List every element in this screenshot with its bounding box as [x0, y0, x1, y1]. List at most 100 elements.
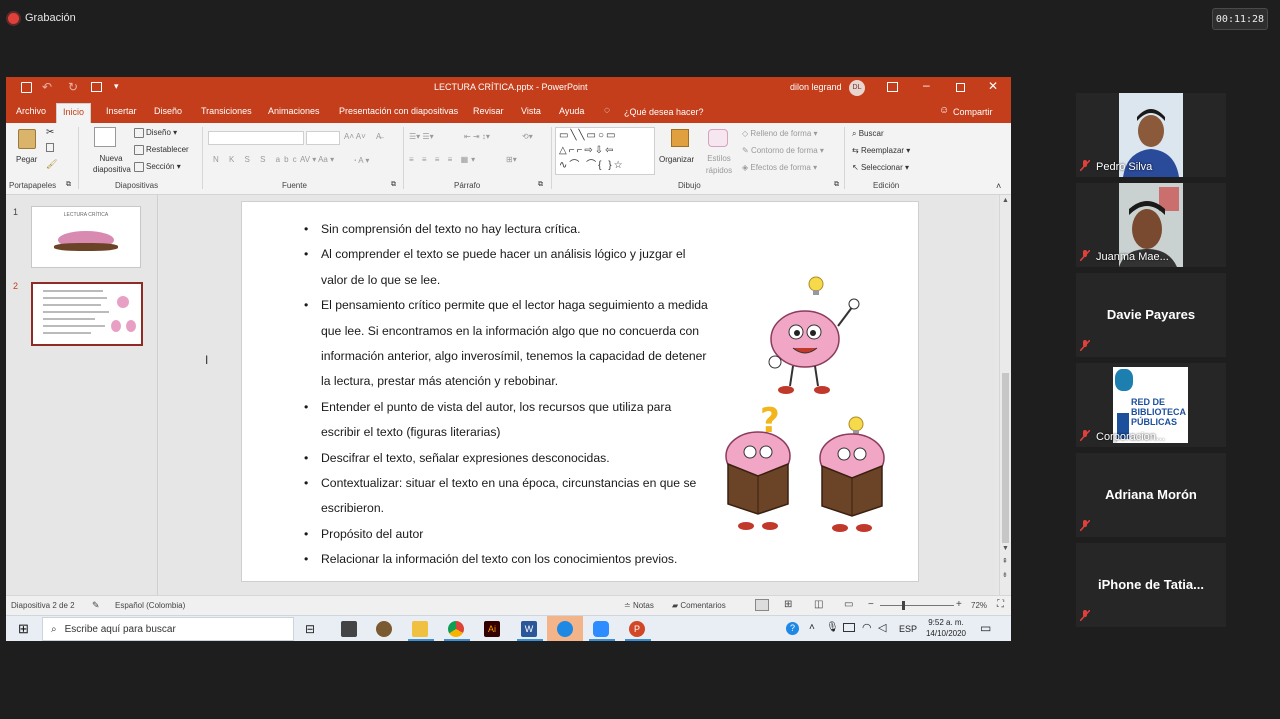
font-size-box[interactable] [306, 131, 340, 145]
zoom-app-icon[interactable] [593, 621, 609, 637]
tab-inicio[interactable]: Inicio [56, 103, 92, 123]
zoom-out-icon[interactable]: − [868, 599, 874, 610]
normal-view-icon[interactable] [755, 599, 769, 611]
user-avatar[interactable]: DL [849, 80, 865, 96]
new-slide-icon[interactable] [94, 127, 116, 147]
scroll-down-icon[interactable]: ▼ [1002, 545, 1009, 552]
windows-start-icon[interactable]: ⊞ [18, 622, 29, 635]
participant-tile[interactable]: iPhone de Tatia... [1076, 543, 1226, 627]
arrange-icon[interactable] [671, 129, 689, 147]
illustrator-icon[interactable]: Ai [484, 621, 500, 637]
customize-qat-icon[interactable]: ▾ [114, 81, 119, 92]
copy-icon[interactable] [46, 143, 54, 152]
prev-slide-icon[interactable]: ⇞ [1002, 557, 1008, 565]
fit-slide-icon[interactable]: ⛶ [997, 599, 1004, 610]
slide-sorter-icon[interactable]: ⊞ [784, 599, 792, 610]
language-indicator[interactable]: Español (Colombia) [115, 601, 185, 610]
language-indicator-taskbar[interactable]: ESP [899, 624, 917, 634]
share-button[interactable]: Compartir [953, 107, 993, 117]
reset-button[interactable]: Restablecer [134, 145, 189, 155]
font-launcher-icon[interactable]: ⧉ [391, 181, 396, 189]
wifi-icon[interactable]: ◠ [862, 621, 872, 634]
participant-tile[interactable]: Juanma Mae... [1076, 183, 1226, 267]
clipboard-launcher-icon[interactable]: ⧉ [66, 181, 71, 189]
tell-me-box[interactable]: ¿Qué desea hacer? [624, 107, 704, 117]
maximize-icon[interactable] [956, 83, 965, 92]
chevron-up-icon[interactable]: ˄ [809, 622, 815, 633]
slide-thumbnail-1[interactable]: LECTURA CRÍTICA [31, 206, 141, 268]
reading-view-icon[interactable]: ◫ [814, 599, 823, 610]
participant-tile[interactable]: RED DE BIBLIOTECA PÚBLICAS Corporacion..… [1076, 363, 1226, 447]
powerpoint-icon[interactable]: P [629, 621, 645, 637]
tab-transiciones[interactable]: Transiciones [199, 103, 254, 123]
select-button[interactable]: ↖ Seleccionar ▾ [852, 163, 909, 172]
find-button[interactable]: ⌕ Buscar [852, 129, 884, 139]
comments-button[interactable]: ▰ Comentarios [672, 601, 726, 610]
microphone-icon[interactable]: 🎙 [826, 622, 839, 633]
shape-fill-button[interactable]: ◇ Relleno de forma ▾ [742, 129, 818, 138]
user-name[interactable]: dilon legrand [790, 82, 842, 92]
collapse-ribbon-icon[interactable]: ˄ [996, 181, 1001, 191]
replace-button[interactable]: ⇆ Reemplazar ▾ [852, 146, 910, 155]
zoom-in-icon[interactable]: + [956, 599, 962, 610]
slideshow-icon[interactable]: ▭ [844, 599, 853, 610]
zoom-slider-thumb[interactable] [902, 601, 905, 610]
clear-format-icon[interactable]: A̶ [376, 132, 381, 141]
tab-revisar[interactable]: Revisar [471, 103, 506, 123]
quick-styles-button[interactable]: Estilos rápidos [704, 153, 734, 177]
zoom-level[interactable]: 72% [971, 601, 987, 610]
taskbar-search-box[interactable]: ⌕ Escribe aquí para buscar [42, 617, 294, 641]
indent-icon[interactable]: ⇤ ⇥ ↕▾ [464, 132, 490, 141]
save-icon[interactable] [21, 82, 32, 93]
text-direction-icon[interactable]: ⟲▾ [522, 132, 533, 141]
tab-presentacion[interactable]: Presentación con diapositivas [337, 103, 460, 123]
close-icon[interactable]: ✕ [988, 79, 998, 93]
file-explorer-icon[interactable] [412, 621, 428, 637]
clock[interactable]: 9:52 a. m. 14/10/2020 [924, 617, 968, 639]
word-icon[interactable]: W [521, 621, 537, 637]
paste-button[interactable]: Pegar [16, 155, 37, 164]
char-spacing-icon[interactable]: AV ▾ Aa ▾ [300, 155, 334, 164]
participant-tile[interactable]: Adriana Morón [1076, 453, 1226, 537]
shapes-gallery[interactable]: ▭╲╲▭○▭ △⌐⌐⇨⇩⇦ ∿⌒ ⌒{ }☆ [555, 127, 655, 175]
spellcheck-icon[interactable]: ✎ [92, 600, 100, 611]
zoom-slider[interactable] [880, 605, 954, 606]
tab-ayuda[interactable]: Ayuda [557, 103, 586, 123]
tab-diseno[interactable]: Diseño [152, 103, 184, 123]
edge-icon[interactable] [557, 621, 573, 637]
vertical-scrollbar[interactable]: ▲ ▼ ⇞ ⇟ [999, 195, 1011, 595]
shape-effects-button[interactable]: ◈ Efectos de forma ▾ [742, 163, 817, 172]
font-name-box[interactable] [208, 131, 304, 145]
next-slide-icon[interactable]: ⇟ [1002, 571, 1008, 579]
font-style-buttons[interactable]: N K S S abc [213, 155, 301, 164]
tab-vista[interactable]: Vista [519, 103, 543, 123]
undo-icon[interactable]: ↶ [42, 80, 52, 94]
shape-outline-button[interactable]: ✎ Contorno de forma ▾ [742, 146, 824, 155]
app-icon[interactable] [376, 621, 392, 637]
participant-tile[interactable]: Pedro Silva [1076, 93, 1226, 177]
task-view-icon[interactable]: ⊟ [305, 622, 315, 636]
arrange-button[interactable]: Organizar [659, 155, 694, 164]
volume-icon[interactable]: ◁ [878, 621, 886, 634]
drawing-launcher-icon[interactable]: ⧉ [834, 181, 839, 189]
slide-canvas[interactable]: Sin comprensión del texto no hay lectura… [241, 201, 919, 582]
scroll-up-icon[interactable]: ▲ [1002, 197, 1009, 204]
font-color-icon[interactable]: ꞏ A ▾ [354, 155, 369, 166]
quick-styles-icon[interactable] [708, 129, 728, 147]
cut-icon[interactable]: ✂ [46, 127, 54, 138]
help-icon[interactable]: ? [786, 622, 799, 635]
tab-insertar[interactable]: Insertar [104, 103, 139, 123]
redo-icon[interactable]: ↻ [68, 80, 78, 94]
minimize-icon[interactable]: – [923, 78, 930, 92]
battery-icon[interactable] [843, 623, 855, 632]
bullet-list[interactable]: Sin comprensión del texto no hay lectura… [304, 217, 709, 573]
layout-button[interactable]: Diseño ▾ [134, 128, 177, 138]
paste-icon[interactable] [18, 129, 36, 149]
tab-animaciones[interactable]: Animaciones [266, 103, 322, 123]
ribbon-display-icon[interactable] [887, 82, 898, 92]
format-painter-icon[interactable]: 🖌 [46, 159, 57, 170]
new-slide-button[interactable]: Nueva diapositiva [93, 153, 131, 175]
paragraph-launcher-icon[interactable]: ⧉ [538, 181, 543, 189]
participant-tile[interactable]: Davie Payares [1076, 273, 1226, 357]
tab-archivo[interactable]: Archivo [14, 103, 48, 123]
